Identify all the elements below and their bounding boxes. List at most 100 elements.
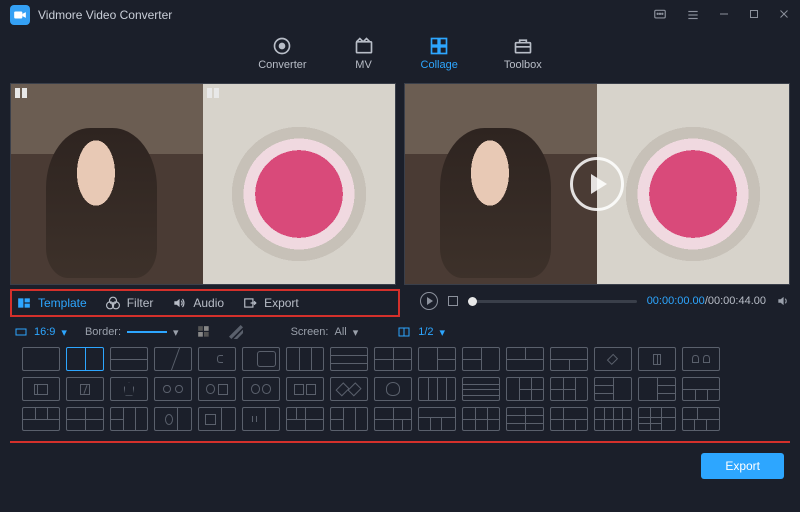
split-value: 1/2 — [418, 326, 433, 338]
minimize-icon[interactable] — [718, 8, 730, 22]
border-color-picker[interactable] — [197, 325, 211, 339]
menu-icon[interactable] — [686, 8, 700, 22]
titlebar: Vidmore Video Converter — [0, 0, 800, 30]
template-item[interactable] — [462, 347, 500, 371]
feedback-icon[interactable] — [652, 8, 668, 22]
collage-slot-1[interactable] — [11, 84, 203, 284]
template-item[interactable] — [462, 377, 500, 401]
template-item[interactable] — [418, 407, 456, 431]
template-item[interactable] — [22, 347, 60, 371]
template-item[interactable] — [242, 407, 280, 431]
aspect-ratio-selector[interactable]: 16:9 ▾ — [14, 326, 67, 339]
tab-label: Toolbox — [504, 59, 542, 71]
border-selector[interactable]: Border: ▾ — [85, 326, 179, 339]
tab-label: Converter — [258, 59, 306, 71]
template-item[interactable] — [242, 377, 280, 401]
template-item[interactable] — [242, 347, 280, 371]
tab-label: MV — [355, 59, 372, 71]
template-item[interactable] — [198, 347, 236, 371]
template-item[interactable] — [638, 347, 676, 371]
template-button[interactable]: Template — [16, 296, 87, 310]
screen-label: Screen: — [291, 326, 329, 338]
template-item[interactable] — [110, 377, 148, 401]
template-item[interactable] — [374, 347, 412, 371]
preview-play-button[interactable] — [570, 157, 624, 211]
template-item[interactable] — [550, 377, 588, 401]
template-item[interactable] — [506, 407, 544, 431]
template-item[interactable] — [154, 377, 192, 401]
border-label: Border: — [85, 326, 121, 338]
template-item[interactable] — [286, 347, 324, 371]
screen-value: All — [334, 326, 346, 338]
filter-button[interactable]: Filter — [105, 296, 154, 310]
audio-button[interactable]: Audio — [171, 296, 224, 310]
template-item[interactable] — [154, 347, 192, 371]
template-item[interactable] — [330, 377, 368, 401]
template-item[interactable] — [110, 347, 148, 371]
tab-mv[interactable]: MV — [353, 36, 375, 71]
tab-toolbox[interactable]: Toolbox — [504, 36, 542, 71]
export-tab-button[interactable]: Export — [242, 296, 299, 310]
template-item[interactable] — [506, 347, 544, 371]
template-item[interactable] — [154, 407, 192, 431]
play-button[interactable] — [420, 292, 438, 310]
close-icon[interactable] — [778, 8, 790, 22]
border-pattern-picker[interactable] — [229, 325, 243, 339]
tab-converter[interactable]: Converter — [258, 36, 306, 71]
template-item[interactable] — [550, 407, 588, 431]
template-item[interactable] — [110, 407, 148, 431]
template-item[interactable] — [638, 377, 676, 401]
time-display: 00:00:00.00/00:00:44.00 — [647, 295, 766, 307]
template-item[interactable] — [594, 407, 632, 431]
stop-button[interactable] — [448, 296, 458, 306]
template-item[interactable] — [374, 377, 412, 401]
template-item[interactable] — [462, 407, 500, 431]
template-item[interactable] — [66, 377, 104, 401]
app-title: Vidmore Video Converter — [38, 8, 172, 22]
tab-label: Collage — [421, 59, 458, 71]
collage-toolbar: Template Filter Audio Export — [10, 289, 400, 317]
template-item[interactable] — [66, 347, 104, 371]
footer: Export — [0, 443, 800, 489]
maximize-icon[interactable] — [748, 8, 760, 22]
template-item[interactable] — [330, 347, 368, 371]
options-row: 16:9 ▾ Border: ▾ Screen: All ▾ 1/2 ▾ — [0, 317, 800, 343]
split-selector[interactable]: 1/2 ▾ — [396, 326, 445, 339]
stage — [0, 79, 800, 285]
collage-canvas[interactable] — [10, 83, 396, 285]
button-label: Template — [38, 296, 87, 310]
template-item[interactable] — [198, 407, 236, 431]
collage-slot-2[interactable] — [203, 84, 395, 284]
template-item[interactable] — [682, 347, 720, 371]
volume-icon[interactable] — [776, 294, 790, 308]
template-item[interactable] — [22, 377, 60, 401]
template-item[interactable] — [594, 347, 632, 371]
screen-selector[interactable]: Screen: All ▾ — [291, 326, 359, 339]
app-logo — [10, 5, 30, 25]
player-controls: 00:00:00.00/00:00:44.00 — [410, 285, 800, 317]
template-item[interactable] — [682, 377, 720, 401]
tab-collage[interactable]: Collage — [421, 36, 458, 71]
template-item[interactable] — [550, 347, 588, 371]
template-item[interactable] — [682, 407, 720, 431]
nav-tabs: Converter MV Collage Toolbox — [0, 30, 800, 79]
template-item[interactable] — [638, 407, 676, 431]
template-item[interactable] — [198, 377, 236, 401]
template-item[interactable] — [594, 377, 632, 401]
button-label: Filter — [127, 296, 154, 310]
template-grid — [10, 343, 790, 443]
template-item[interactable] — [22, 407, 60, 431]
template-item[interactable] — [330, 407, 368, 431]
template-item[interactable] — [418, 347, 456, 371]
export-button[interactable]: Export — [701, 453, 784, 479]
template-item[interactable] — [66, 407, 104, 431]
template-item[interactable] — [506, 377, 544, 401]
seek-slider[interactable] — [468, 300, 637, 303]
template-item[interactable] — [374, 407, 412, 431]
aspect-value: 16:9 — [34, 326, 55, 338]
button-label: Audio — [193, 296, 224, 310]
preview-panel — [404, 83, 790, 285]
template-item[interactable] — [286, 377, 324, 401]
template-item[interactable] — [418, 377, 456, 401]
template-item[interactable] — [286, 407, 324, 431]
